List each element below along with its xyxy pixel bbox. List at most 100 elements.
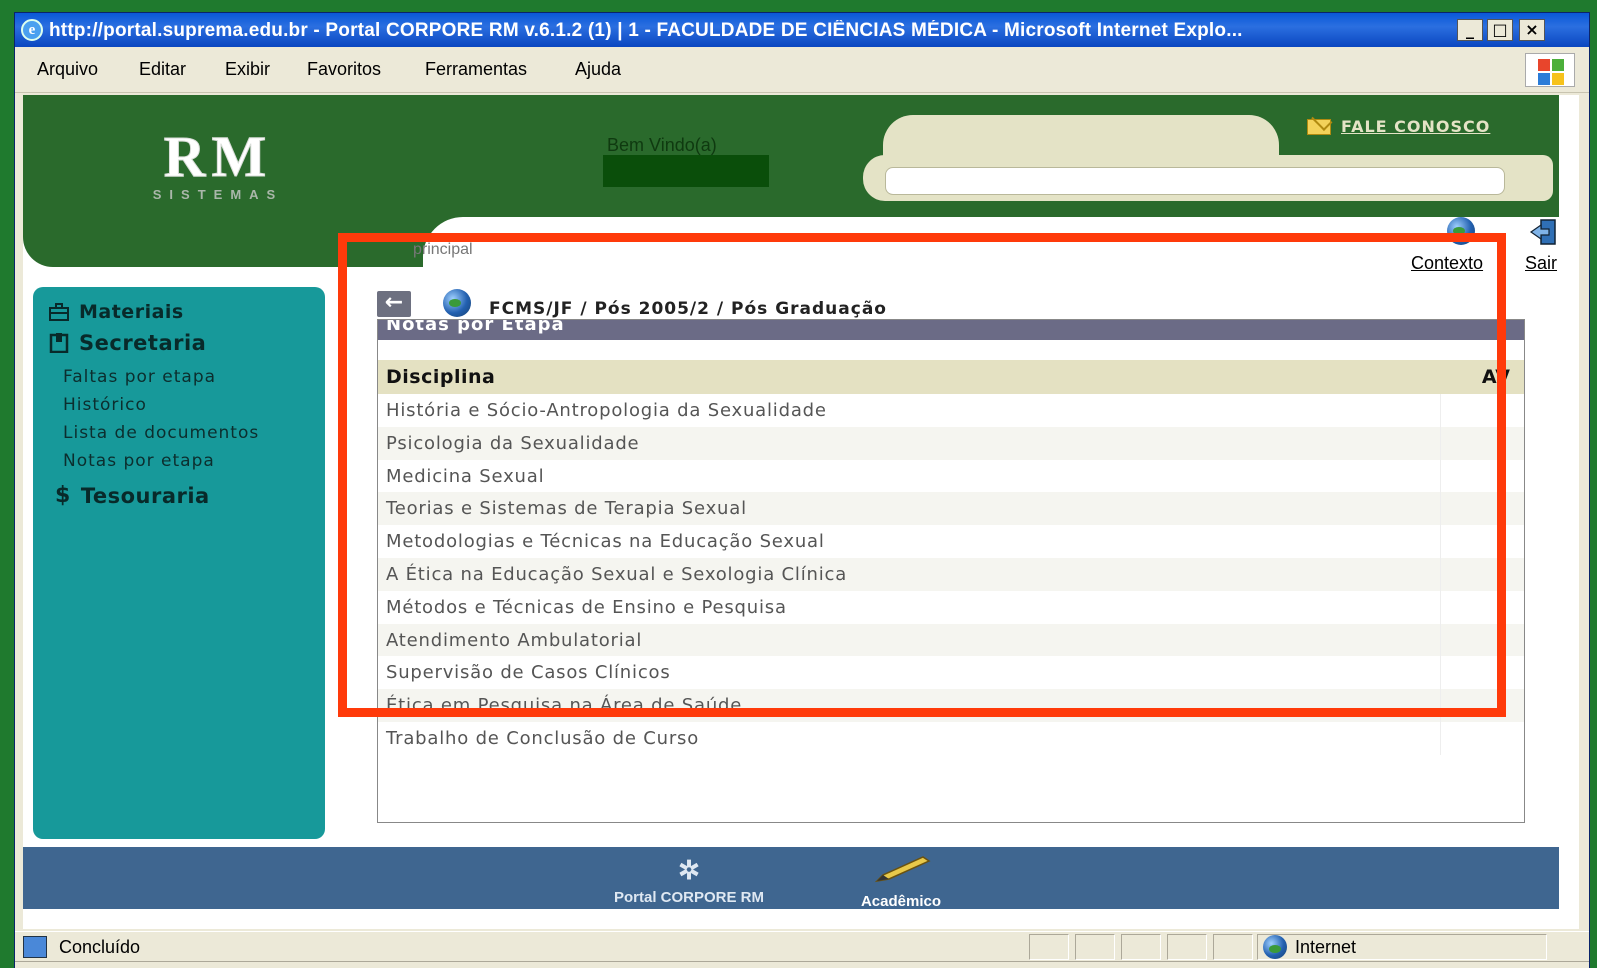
portal-corpore-label: Portal CORPORE RM xyxy=(613,889,764,906)
zone-label: Internet xyxy=(1295,937,1357,957)
globe-icon xyxy=(1263,935,1287,959)
av-cell xyxy=(1440,426,1524,460)
status-segment xyxy=(1167,934,1207,960)
envelope-icon xyxy=(1307,118,1331,135)
status-text: Concluído xyxy=(59,937,141,957)
discipline-name: Ética em Pesquisa na Área de Saúde xyxy=(386,695,743,717)
status-segment xyxy=(1121,934,1161,960)
table-row: Psicologia da Sexualidade xyxy=(378,426,1524,460)
contact-label[interactable]: FALE CONOSCO xyxy=(1341,117,1490,136)
av-cell xyxy=(1440,623,1524,657)
title-bar[interactable]: e http://portal.suprema.edu.br - Portal … xyxy=(15,13,1589,47)
table-row: Supervisão de Casos Clínicos xyxy=(378,656,1524,690)
breadcrumb: ← FCMS/JF / Pós 2005/2 / Pós Graduação xyxy=(377,289,1527,323)
sidebar-tesouraria[interactable]: $ Tesouraria xyxy=(55,483,210,508)
sidebar-item-faltas[interactable]: Faltas por etapa xyxy=(63,367,216,387)
ie-icon: e xyxy=(21,19,43,41)
lower-window-edge xyxy=(15,961,1589,968)
sidebar-secretaria[interactable]: Secretaria xyxy=(49,331,206,355)
windows-logo-icon xyxy=(1525,53,1575,87)
window-title: http://portal.suprema.edu.br - Portal CO… xyxy=(49,20,1243,41)
academico-label: Acadêmico xyxy=(860,893,942,910)
context-link[interactable]: Contexto xyxy=(1411,253,1483,274)
table-row: Trabalho de Conclusão de Curso xyxy=(378,721,1524,755)
menu-favoritos[interactable]: Favoritos xyxy=(307,59,381,80)
logo-subtext: SISTEMAS xyxy=(152,187,284,202)
sidebar-materiais[interactable]: Materiais xyxy=(49,301,184,323)
table-row: História e Sócio-Antropologia da Sexuali… xyxy=(378,394,1524,427)
sidebar: Materiais Secretaria Faltas por etapa Hi… xyxy=(33,287,325,839)
table-body: História e Sócio-Antropologia da Sexuali… xyxy=(378,394,1524,755)
menu-arquivo[interactable]: Arquivo xyxy=(37,59,98,80)
section-label: principal xyxy=(413,241,473,258)
globe-icon xyxy=(443,289,471,317)
grades-panel: Notas por Etapa Disciplina AV História e… xyxy=(377,319,1525,823)
discipline-name: Psicologia da Sexualidade xyxy=(386,432,640,454)
table-row: Métodos e Técnicas de Ensino e Pesquisa xyxy=(378,590,1524,624)
user-name-box xyxy=(603,155,769,187)
minimize-button[interactable]: _ xyxy=(1457,19,1483,41)
sidebar-tesouraria-label: Tesouraria xyxy=(80,483,210,508)
status-segment xyxy=(1213,934,1253,960)
sidebar-materiais-label: Materiais xyxy=(79,301,184,323)
back-arrow-icon[interactable]: ← xyxy=(377,291,411,317)
av-cell xyxy=(1440,492,1524,526)
column-av: AV xyxy=(1481,366,1510,388)
star-icon: ✲ xyxy=(678,855,700,885)
context-exit-group: Contexto Sair xyxy=(1411,217,1569,277)
discipline-name: Atendimento Ambulatorial xyxy=(386,629,643,651)
panel-title-bar: Notas por Etapa xyxy=(378,320,1524,340)
pencil-icon xyxy=(874,856,931,883)
portal-corpore-link[interactable]: ✲ Portal CORPORE RM xyxy=(589,855,789,906)
page-icon xyxy=(23,936,47,958)
sidebar-item-documentos[interactable]: Lista de documentos xyxy=(63,423,259,443)
academico-link[interactable]: Acadêmico xyxy=(831,855,971,910)
contact-link[interactable]: FALE CONOSCO xyxy=(1307,117,1490,136)
browser-window: e http://portal.suprema.edu.br - Portal … xyxy=(14,12,1590,968)
table-row: Medicina Sexual xyxy=(378,459,1524,493)
discipline-name: Medicina Sexual xyxy=(386,465,545,487)
header-input[interactable] xyxy=(885,167,1505,195)
menu-ajuda[interactable]: Ajuda xyxy=(575,59,621,80)
av-cell xyxy=(1440,557,1524,591)
discipline-name: Métodos e Técnicas de Ensino e Pesquisa xyxy=(386,596,787,618)
exit-icon[interactable] xyxy=(1529,217,1559,247)
discipline-name: Metodologias e Técnicas na Educação Sexu… xyxy=(386,531,825,553)
breadcrumb-path: FCMS/JF / Pós 2005/2 / Pós Graduação xyxy=(489,299,887,319)
footer-bar: ✲ Portal CORPORE RM Acadêmico xyxy=(23,847,1559,910)
sidebar-item-historico[interactable]: Histórico xyxy=(63,395,147,415)
logo-text: RM xyxy=(163,124,273,189)
table-row: Atendimento Ambulatorial xyxy=(378,623,1524,657)
table-row: Teorias e Sistemas de Terapia Sexual xyxy=(378,492,1524,526)
column-disciplina: Disciplina xyxy=(386,366,496,388)
status-segment xyxy=(1029,934,1069,960)
maximize-button[interactable]: □ xyxy=(1487,19,1513,41)
discipline-name: Teorias e Sistemas de Terapia Sexual xyxy=(386,498,747,520)
globe-icon[interactable] xyxy=(1447,217,1475,245)
av-cell xyxy=(1440,394,1524,427)
av-cell xyxy=(1440,525,1524,558)
menu-ferramentas[interactable]: Ferramentas xyxy=(425,59,527,80)
table-row: Ética em Pesquisa na Área de Saúde xyxy=(378,689,1524,722)
welcome-text: Bem Vindo(a) xyxy=(607,135,717,155)
sidebar-secretaria-label: Secretaria xyxy=(79,331,207,355)
table-row: Metodologias e Técnicas na Educação Sexu… xyxy=(378,525,1524,558)
discipline-name: A Ética na Educação Sexual e Sexologia C… xyxy=(386,563,848,585)
sidebar-item-notas[interactable]: Notas por etapa xyxy=(63,451,215,471)
menu-exibir[interactable]: Exibir xyxy=(225,59,270,80)
av-cell xyxy=(1440,656,1524,690)
menu-editar[interactable]: Editar xyxy=(139,59,186,80)
status-segment xyxy=(1075,934,1115,960)
table-header: Disciplina AV xyxy=(378,360,1524,394)
close-button[interactable]: × xyxy=(1519,19,1545,41)
discipline-name: Trabalho de Conclusão de Curso xyxy=(386,727,700,749)
panel-title: Notas por Etapa xyxy=(386,320,565,335)
rm-logo: RM SISTEMAS xyxy=(133,124,303,205)
menu-bar: Arquivo Editar Exibir Favoritos Ferramen… xyxy=(15,47,1589,93)
page-content: RM SISTEMAS Bem Vindo(a) FALE CONOSCO pr… xyxy=(23,95,1579,929)
clipboard-icon xyxy=(49,333,69,353)
av-cell xyxy=(1440,689,1524,722)
exit-link[interactable]: Sair xyxy=(1525,253,1557,274)
discipline-name: Supervisão de Casos Clínicos xyxy=(386,662,671,684)
briefcase-icon xyxy=(49,303,69,321)
